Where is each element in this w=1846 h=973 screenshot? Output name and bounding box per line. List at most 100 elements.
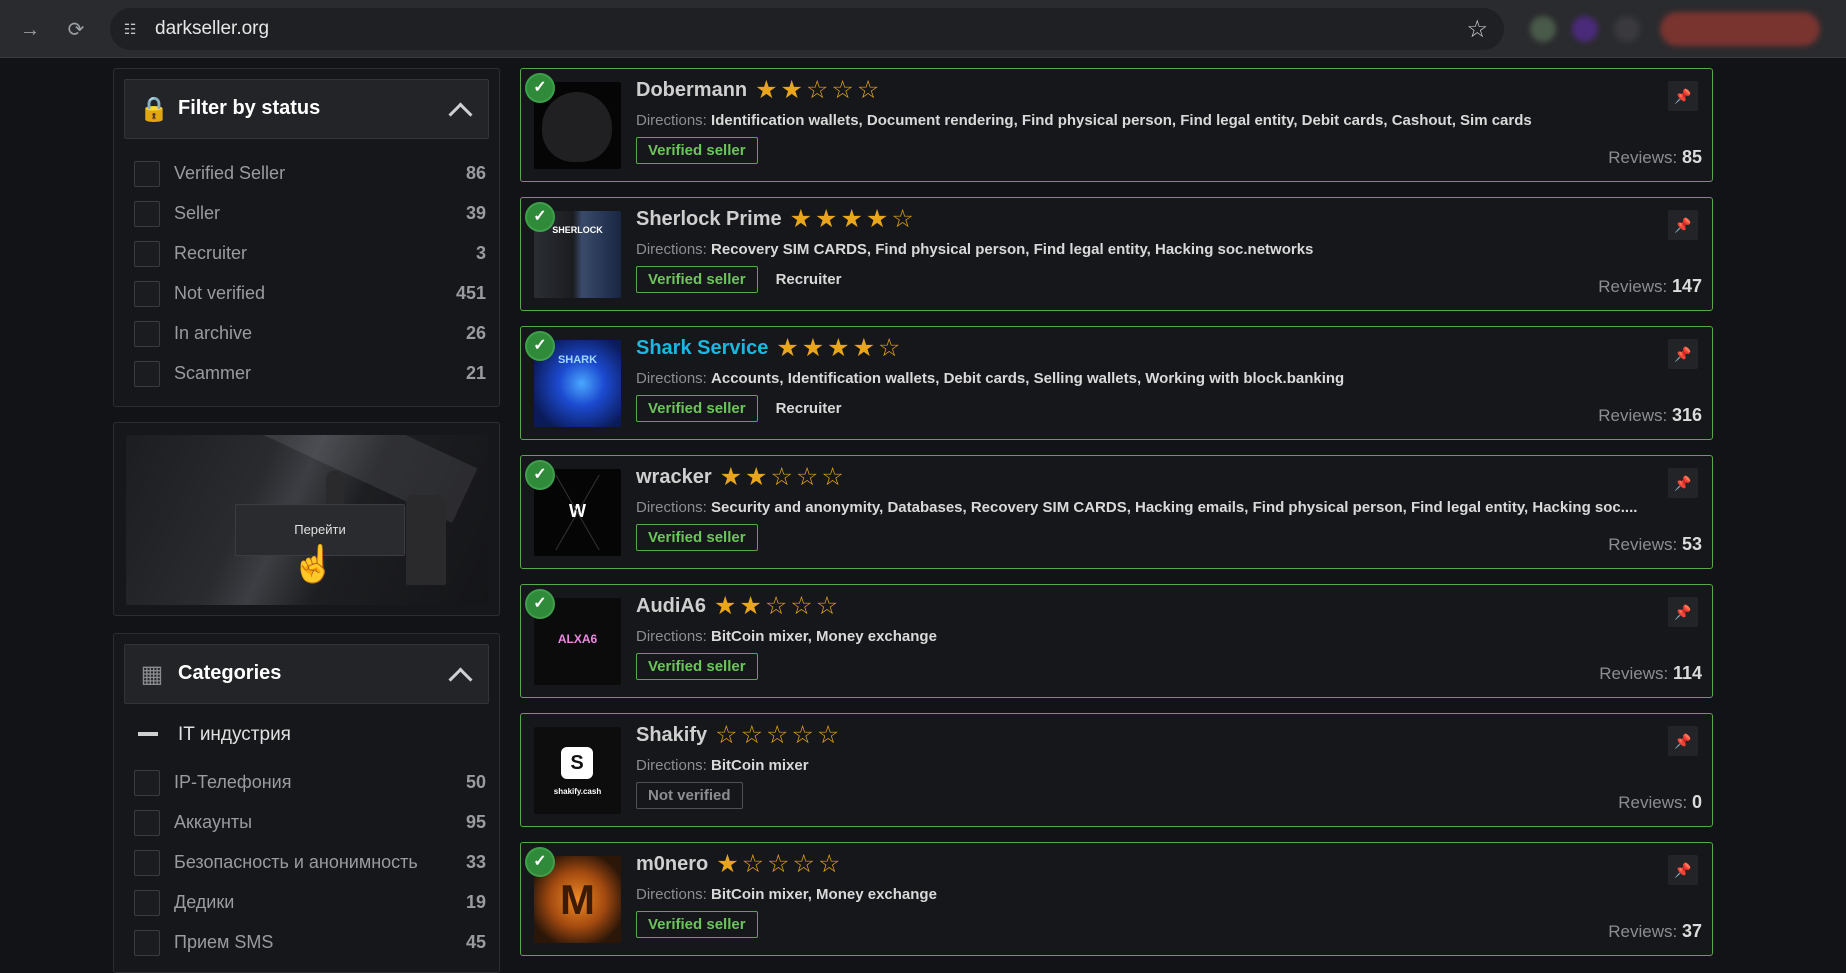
star-empty-icon: ☆ [770,463,793,491]
seller-card[interactable]: M ✓ m0nero ★ ☆ ☆ ☆ ☆ Directions: BitCoin mix… [520,842,1713,956]
seller-card[interactable]: ✓ Dobermann ★ ★ ☆ ☆ ☆ Directions: Identifica… [520,68,1713,182]
star-filled-icon: ★ [865,205,889,233]
category-list: IP-Телефония 50 Аккаунты 95 Безопасность… [134,762,486,962]
checkbox[interactable] [134,281,160,307]
categories-panel-title: Categories [178,662,282,684]
checkbox[interactable] [134,361,160,387]
checkbox[interactable] [134,930,160,956]
checkbox[interactable] [134,890,160,916]
star-outline-icon[interactable]: ☆ [1466,15,1488,44]
star-filled-icon: ★ [827,334,850,362]
seller-card[interactable]: SHERLOCK ✓ Sherlock Prime ★ ★ ★ ★ ☆ Directio… [520,197,1713,311]
star-filled-icon: ★ [840,205,863,233]
status-filter-item[interactable]: In archive 26 [134,313,486,353]
star-filled-icon: ★ [852,334,876,362]
tune-icon[interactable]: ☷ [120,19,140,39]
seller-name[interactable]: Sherlock Prime [636,208,782,231]
seller-card[interactable]: ALXA6 ✓ AudiA6 ★ ★ ☆ ☆ ☆ Directions: BitCoin… [520,584,1713,698]
status-filter-count: 21 [465,363,486,383]
verified-check-icon: ✓ [527,591,553,617]
extension-button[interactable] [1660,12,1820,46]
status-filter-label: Not verified [174,283,266,303]
seller-directions: Directions: BitCoin mixer, Money exchang… [636,628,937,645]
chevron-up-icon[interactable] [446,661,474,689]
status-badge: Verified seller [636,266,758,293]
category-item[interactable]: Безопасность и анонимность 33 [134,842,486,882]
extension-icon[interactable] [1572,16,1598,42]
status-filter-item[interactable]: Recruiter 3 [134,233,486,273]
star-filled-icon: ★ [755,76,778,104]
star-empty-icon: ☆ [816,721,840,749]
reviews-count: Reviews: 53 [1608,534,1702,554]
checkbox[interactable] [134,321,160,347]
reviews-count: Reviews: 147 [1598,276,1702,296]
status-filter-item[interactable]: Scammer 21 [134,353,486,393]
category-item[interactable]: Прием SMS 45 [134,922,486,962]
star-empty-icon: ☆ [878,334,901,362]
checkbox[interactable] [134,770,160,796]
pin-icon[interactable]: 📌 [1668,81,1698,111]
seller-directions: Directions: Accounts, Identification wal… [636,370,1345,387]
hand-cursor-icon: ☝ [291,543,336,584]
rating-stars: ★ ★ ★ ★ ☆ [776,334,901,362]
categories-panel: ▦ Categories IT индустрия IP-Телефония 5… [113,633,500,973]
checkbox[interactable] [134,161,160,187]
status-filter-item[interactable]: Not verified 451 [134,273,486,313]
status-filter-count: 26 [465,323,486,343]
extension-icon[interactable] [1530,16,1556,42]
pin-icon[interactable]: 📌 [1668,597,1698,627]
checkbox[interactable] [134,201,160,227]
category-label: Прием SMS [174,932,274,952]
arrow-right-icon[interactable]: → [16,16,44,44]
checkbox[interactable] [134,241,160,267]
pin-icon[interactable]: 📌 [1668,726,1698,756]
pin-icon[interactable]: 📌 [1668,855,1698,885]
seller-name[interactable]: Shark Service [636,337,768,360]
star-filled-icon: ★ [745,463,768,491]
seller-name[interactable]: Dobermann [636,79,747,102]
star-filled-icon: ★ [815,205,838,233]
verified-check-icon: ✓ [527,75,553,101]
minus-icon[interactable] [138,732,158,736]
filter-panel-header[interactable]: 🔒 Filter by status [124,79,489,139]
category-item[interactable]: IP-Телефония 50 [134,762,486,802]
url-text[interactable]: darkseller.org [155,18,269,40]
status-filter-item[interactable]: Seller 39 [134,193,486,233]
category-item[interactable]: Аккаунты 95 [134,802,486,842]
star-empty-icon: ☆ [741,850,765,878]
pin-icon[interactable]: 📌 [1668,210,1698,240]
ad-banner-image[interactable]: Перейти ☝ [126,435,488,605]
address-bar[interactable]: ☷ darkseller.org ☆ [110,8,1504,50]
extension-icon[interactable] [1614,16,1640,42]
category-label: Безопасность и анонимность [174,852,418,872]
seller-name[interactable]: Shakify [636,724,707,747]
status-filter-count: 39 [465,203,486,223]
seller-card[interactable]: S shakify.cash Shakify ☆ ☆ ☆ ☆ ☆ Directions:… [520,713,1713,827]
avatar-text: ALXA6 [557,632,598,646]
star-empty-icon: ☆ [792,850,815,878]
pin-icon[interactable]: 📌 [1668,339,1698,369]
reviews-count: Reviews: 316 [1598,405,1702,425]
reload-icon[interactable]: ⟳ [62,16,90,44]
status-filter-label: Verified Seller [174,163,286,183]
seller-name[interactable]: AudiA6 [636,595,706,618]
category-label: Аккаунты [174,812,253,832]
category-item[interactable]: Дедики 19 [134,882,486,922]
seller-directions: Directions: BitCoin mixer, Money exchang… [636,886,937,903]
pin-icon[interactable]: 📌 [1668,468,1698,498]
category-label: Дедики [174,892,235,912]
chevron-up-icon[interactable] [446,96,474,124]
seller-card[interactable]: SHARK ✓ Shark Service ★ ★ ★ ★ ☆ Directions: … [520,326,1713,440]
seller-avatar[interactable]: S shakify.cash [534,727,621,814]
seller-card[interactable]: W ✓ wracker ★ ★ ☆ ☆ ☆ Directions: Security a… [520,455,1713,569]
checkbox[interactable] [134,850,160,876]
star-empty-icon: ☆ [817,850,841,878]
status-filter-label: Recruiter [174,243,248,263]
seller-name[interactable]: wracker [636,466,712,489]
checkbox[interactable] [134,810,160,836]
star-empty-icon: ☆ [715,721,738,749]
seller-name[interactable]: m0nero [636,853,708,876]
status-filter-item[interactable]: Verified Seller 86 [134,153,486,193]
category-group-label: IT индустрия [178,724,291,745]
categories-panel-header[interactable]: ▦ Categories [124,644,489,704]
